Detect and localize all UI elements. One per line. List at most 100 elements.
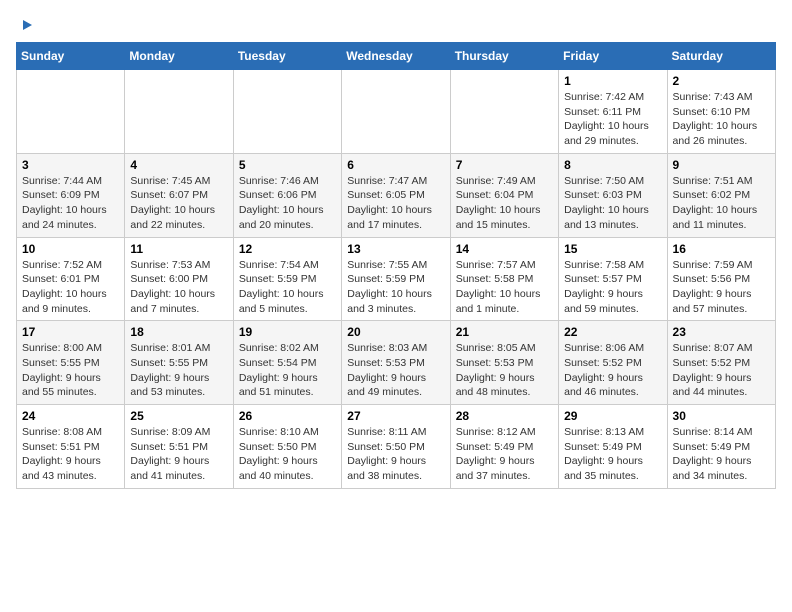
day-number: 24 [22, 409, 119, 423]
column-header-tuesday: Tuesday [233, 43, 341, 70]
column-header-sunday: Sunday [17, 43, 125, 70]
calendar-cell: 30Sunrise: 8:14 AM Sunset: 5:49 PM Dayli… [667, 405, 775, 489]
day-info: Sunrise: 8:10 AM Sunset: 5:50 PM Dayligh… [239, 425, 336, 484]
day-info: Sunrise: 7:52 AM Sunset: 6:01 PM Dayligh… [22, 258, 119, 317]
day-info: Sunrise: 8:09 AM Sunset: 5:51 PM Dayligh… [130, 425, 227, 484]
day-number: 17 [22, 325, 119, 339]
calendar-cell: 6Sunrise: 7:47 AM Sunset: 6:05 PM Daylig… [342, 153, 450, 237]
calendar-cell: 22 Sunrise: 8:06 AM Sunset: 5:52 PM Dayli… [559, 321, 667, 405]
calendar-cell: 3Sunrise: 7:44 AM Sunset: 6:09 PM Daylig… [17, 153, 125, 237]
day-number: 5 [239, 158, 336, 172]
calendar-cell: 23Sunrise: 8:07 AM Sunset: 5:52 PM Dayli… [667, 321, 775, 405]
day-info: Sunrise: 8:06 AM Sunset: 5:52 PM Dayligh… [564, 341, 661, 400]
day-info: Sunrise: 7:49 AM Sunset: 6:04 PM Dayligh… [456, 174, 553, 233]
calendar-cell: 18Sunrise: 8:01 AM Sunset: 5:55 PM Dayli… [125, 321, 233, 405]
calendar-cell: 28 Sunrise: 8:12 AM Sunset: 5:49 PM Dayli… [450, 405, 558, 489]
day-number: 6 [347, 158, 444, 172]
day-number: 14 [456, 242, 553, 256]
day-number: 16 [673, 242, 770, 256]
calendar-cell [342, 70, 450, 154]
day-info: Sunrise: 7:43 AM Sunset: 6:10 PM Dayligh… [673, 90, 770, 149]
column-header-thursday: Thursday [450, 43, 558, 70]
day-info: Sunrise: 7:53 AM Sunset: 6:00 PM Dayligh… [130, 258, 227, 317]
calendar-cell: 4 Sunrise: 7:45 AM Sunset: 6:07 PM Daylig… [125, 153, 233, 237]
day-number: 8 [564, 158, 661, 172]
day-info: Sunrise: 7:45 AM Sunset: 6:07 PM Dayligh… [130, 174, 227, 233]
day-number: 23 [673, 325, 770, 339]
column-header-wednesday: Wednesday [342, 43, 450, 70]
day-number: 27 [347, 409, 444, 423]
calendar-table: SundayMondayTuesdayWednesdayThursdayFrid… [16, 42, 776, 489]
calendar-cell [450, 70, 558, 154]
day-info: Sunrise: 7:50 AM Sunset: 6:03 PM Dayligh… [564, 174, 661, 233]
logo [16, 16, 36, 34]
day-number: 28 [456, 409, 553, 423]
calendar-cell: 2 Sunrise: 7:43 AM Sunset: 6:10 PM Daylig… [667, 70, 775, 154]
day-info: Sunrise: 7:55 AM Sunset: 5:59 PM Dayligh… [347, 258, 444, 317]
week-row-3: 10 Sunrise: 7:52 AM Sunset: 6:01 PM Dayli… [17, 237, 776, 321]
day-number: 1 [564, 74, 661, 88]
calendar-cell: 29 Sunrise: 8:13 AM Sunset: 5:49 PM Dayli… [559, 405, 667, 489]
calendar-cell: 1 Sunrise: 7:42 AM Sunset: 6:11 PM Daylig… [559, 70, 667, 154]
day-number: 19 [239, 325, 336, 339]
day-number: 15 [564, 242, 661, 256]
day-info: Sunrise: 8:05 AM Sunset: 5:53 PM Dayligh… [456, 341, 553, 400]
calendar-cell: 9 Sunrise: 7:51 AM Sunset: 6:02 PM Daylig… [667, 153, 775, 237]
day-number: 20 [347, 325, 444, 339]
calendar-cell: 14 Sunrise: 7:57 AM Sunset: 5:58 PM Dayli… [450, 237, 558, 321]
day-number: 10 [22, 242, 119, 256]
calendar-cell: 16 Sunrise: 7:59 AM Sunset: 5:56 PM Dayli… [667, 237, 775, 321]
calendar-cell [17, 70, 125, 154]
calendar-cell: 12 Sunrise: 7:54 AM Sunset: 5:59 PM Dayli… [233, 237, 341, 321]
day-number: 30 [673, 409, 770, 423]
calendar-cell: 26 Sunrise: 8:10 AM Sunset: 5:50 PM Dayli… [233, 405, 341, 489]
day-info: Sunrise: 8:01 AM Sunset: 5:55 PM Dayligh… [130, 341, 227, 400]
calendar-cell: 7 Sunrise: 7:49 AM Sunset: 6:04 PM Daylig… [450, 153, 558, 237]
logo-arrow-icon [18, 16, 36, 34]
day-number: 22 [564, 325, 661, 339]
day-info: Sunrise: 8:02 AM Sunset: 5:54 PM Dayligh… [239, 341, 336, 400]
day-info: Sunrise: 7:57 AM Sunset: 5:58 PM Dayligh… [456, 258, 553, 317]
day-number: 9 [673, 158, 770, 172]
calendar-cell: 20 Sunrise: 8:03 AM Sunset: 5:53 PM Dayli… [342, 321, 450, 405]
column-header-monday: Monday [125, 43, 233, 70]
day-number: 29 [564, 409, 661, 423]
calendar-cell: 5 Sunrise: 7:46 AM Sunset: 6:06 PM Daylig… [233, 153, 341, 237]
calendar-cell: 11Sunrise: 7:53 AM Sunset: 6:00 PM Dayli… [125, 237, 233, 321]
day-number: 21 [456, 325, 553, 339]
day-info: Sunrise: 8:11 AM Sunset: 5:50 PM Dayligh… [347, 425, 444, 484]
day-info: Sunrise: 7:46 AM Sunset: 6:06 PM Dayligh… [239, 174, 336, 233]
day-info: Sunrise: 7:58 AM Sunset: 5:57 PM Dayligh… [564, 258, 661, 317]
day-info: Sunrise: 7:51 AM Sunset: 6:02 PM Dayligh… [673, 174, 770, 233]
day-info: Sunrise: 7:59 AM Sunset: 5:56 PM Dayligh… [673, 258, 770, 317]
day-number: 4 [130, 158, 227, 172]
calendar-cell: 24 Sunrise: 8:08 AM Sunset: 5:51 PM Dayli… [17, 405, 125, 489]
week-row-4: 17Sunrise: 8:00 AM Sunset: 5:55 PM Dayli… [17, 321, 776, 405]
day-number: 2 [673, 74, 770, 88]
calendar-cell: 13Sunrise: 7:55 AM Sunset: 5:59 PM Dayli… [342, 237, 450, 321]
day-info: Sunrise: 8:13 AM Sunset: 5:49 PM Dayligh… [564, 425, 661, 484]
week-row-2: 3Sunrise: 7:44 AM Sunset: 6:09 PM Daylig… [17, 153, 776, 237]
week-row-1: 1 Sunrise: 7:42 AM Sunset: 6:11 PM Daylig… [17, 70, 776, 154]
calendar-cell: 27 Sunrise: 8:11 AM Sunset: 5:50 PM Dayli… [342, 405, 450, 489]
week-row-5: 24 Sunrise: 8:08 AM Sunset: 5:51 PM Dayli… [17, 405, 776, 489]
day-number: 26 [239, 409, 336, 423]
calendar-cell: 21 Sunrise: 8:05 AM Sunset: 5:53 PM Dayli… [450, 321, 558, 405]
calendar-cell [125, 70, 233, 154]
calendar-cell: 10 Sunrise: 7:52 AM Sunset: 6:01 PM Dayli… [17, 237, 125, 321]
day-info: Sunrise: 7:42 AM Sunset: 6:11 PM Dayligh… [564, 90, 661, 149]
day-number: 7 [456, 158, 553, 172]
calendar-cell: 17Sunrise: 8:00 AM Sunset: 5:55 PM Dayli… [17, 321, 125, 405]
calendar-cell: 19 Sunrise: 8:02 AM Sunset: 5:54 PM Dayli… [233, 321, 341, 405]
calendar-cell: 25 Sunrise: 8:09 AM Sunset: 5:51 PM Dayli… [125, 405, 233, 489]
column-header-saturday: Saturday [667, 43, 775, 70]
day-info: Sunrise: 7:44 AM Sunset: 6:09 PM Dayligh… [22, 174, 119, 233]
day-info: Sunrise: 8:12 AM Sunset: 5:49 PM Dayligh… [456, 425, 553, 484]
day-info: Sunrise: 7:54 AM Sunset: 5:59 PM Dayligh… [239, 258, 336, 317]
day-number: 25 [130, 409, 227, 423]
day-info: Sunrise: 8:08 AM Sunset: 5:51 PM Dayligh… [22, 425, 119, 484]
calendar-cell: 8 Sunrise: 7:50 AM Sunset: 6:03 PM Daylig… [559, 153, 667, 237]
day-info: Sunrise: 8:03 AM Sunset: 5:53 PM Dayligh… [347, 341, 444, 400]
day-number: 12 [239, 242, 336, 256]
column-header-friday: Friday [559, 43, 667, 70]
